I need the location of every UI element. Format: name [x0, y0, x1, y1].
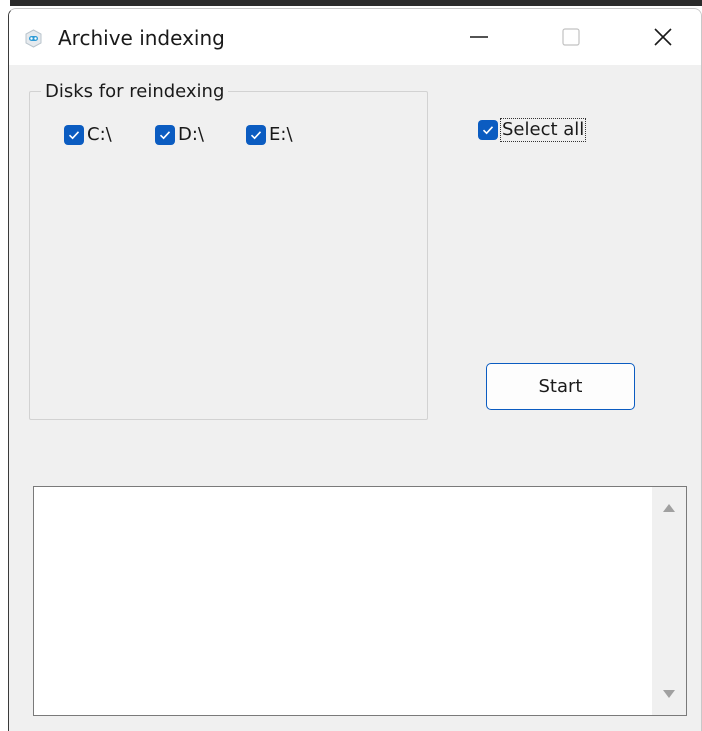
minimize-button[interactable]	[449, 9, 509, 65]
select-all-checkbox[interactable]: Select all	[478, 118, 587, 142]
vertical-scrollbar[interactable]	[652, 487, 686, 715]
maximize-icon	[562, 28, 580, 46]
scroll-down-arrow-icon[interactable]	[662, 687, 676, 701]
title-bar[interactable]: Archive indexing	[9, 9, 701, 65]
checkbox-checked-icon	[64, 125, 84, 145]
background-strip	[10, 0, 702, 6]
checkbox-checked-icon	[155, 125, 175, 145]
window-title: Archive indexing	[58, 26, 225, 50]
maximize-button[interactable]	[541, 9, 601, 65]
disk-e-label: E:\	[269, 124, 293, 145]
disk-e-checkbox[interactable]: E:\	[246, 124, 293, 146]
close-button[interactable]	[633, 9, 693, 65]
start-button[interactable]: Start	[486, 363, 635, 410]
checkbox-checked-icon	[478, 120, 498, 140]
close-icon	[654, 28, 672, 46]
disks-group-legend: Disks for reindexing	[41, 81, 229, 103]
app-icon	[25, 29, 42, 48]
scroll-up-arrow-icon[interactable]	[662, 501, 676, 515]
checkbox-checked-icon	[246, 125, 266, 145]
log-textarea[interactable]	[33, 486, 687, 716]
minimize-icon	[470, 36, 488, 38]
disk-d-label: D:\	[178, 124, 204, 145]
disk-c-label: C:\	[87, 124, 112, 145]
archive-indexing-window: Archive indexing Disks for reindexing C:…	[8, 8, 702, 731]
disk-c-checkbox[interactable]: C:\	[64, 124, 112, 146]
disk-d-checkbox[interactable]: D:\	[155, 124, 204, 146]
select-all-label: Select all	[500, 118, 587, 142]
